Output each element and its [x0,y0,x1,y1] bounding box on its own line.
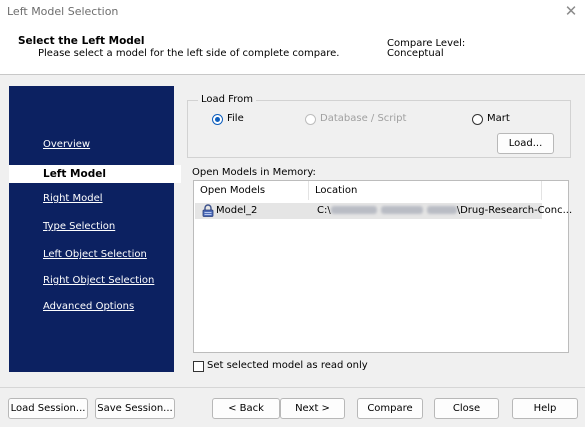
nav-item-type-selection[interactable]: Type Selection [43,221,115,232]
read-only-checkbox[interactable] [193,361,204,372]
help-button[interactable]: Help [512,398,578,419]
nav-item-left-object-selection[interactable]: Left Object Selection [43,249,147,260]
column-header-open-models[interactable]: Open Models [194,181,309,200]
compare-button[interactable]: Compare [357,398,423,419]
page-subtitle: Please select a model for the left side … [38,48,340,59]
open-models-label: Open Models in Memory: [192,167,316,178]
back-button[interactable]: < Back [212,398,280,419]
header-divider [0,74,585,75]
file-radio-label: File [227,113,244,124]
wizard-nav: Overview Left Model Right Model Type Sel… [9,86,181,372]
read-only-label: Set selected model as read only [207,360,368,371]
column-header-location[interactable]: Location [309,181,542,200]
compare-level-value: Conceptual [387,48,444,59]
nav-item-right-model[interactable]: Right Model [43,193,103,204]
open-models-list[interactable]: Open Models Location Model_2 C:\ \Drug-Re… [193,180,572,353]
window-title: Left Model Selection [7,5,119,18]
location-suffix: \Drug-Research-Conc... [456,205,573,216]
nav-item-overview[interactable]: Overview [43,139,90,150]
page-title: Select the Left Model [18,35,145,47]
lock-model-icon [202,204,214,217]
nav-item-right-object-selection[interactable]: Right Object Selection [43,275,154,286]
save-session-button[interactable]: Save Session... [95,398,175,419]
close-icon[interactable]: ✕ [561,2,581,20]
file-radio[interactable] [212,114,223,125]
mart-radio[interactable] [472,114,483,125]
location-prefix: C:\ [317,205,331,216]
nav-item-left-model-label: Left Model [43,168,106,180]
nav-item-left-model[interactable]: Left Model [9,165,181,183]
redacted-segment [426,206,457,214]
load-session-button[interactable]: Load Session... [8,398,88,419]
load-button[interactable]: Load... [497,133,554,154]
close-button[interactable]: Close [434,398,499,419]
nav-item-advanced-options[interactable]: Advanced Options [43,301,134,312]
redacted-segment [330,206,377,214]
model-location: C:\ \Drug-Research-Conc... [317,205,572,216]
database-script-radio [305,114,316,125]
mart-radio-label: Mart [487,113,510,124]
footer-divider [0,387,585,388]
redacted-segment [380,206,423,214]
database-script-radio-label: Database / Script [320,113,407,124]
table-row[interactable]: Model_2 C:\ \Drug-Research-Conc... [195,203,572,219]
model-name: Model_2 [216,205,258,216]
next-button[interactable]: Next > [280,398,345,419]
load-from-legend: Load From [198,94,256,105]
